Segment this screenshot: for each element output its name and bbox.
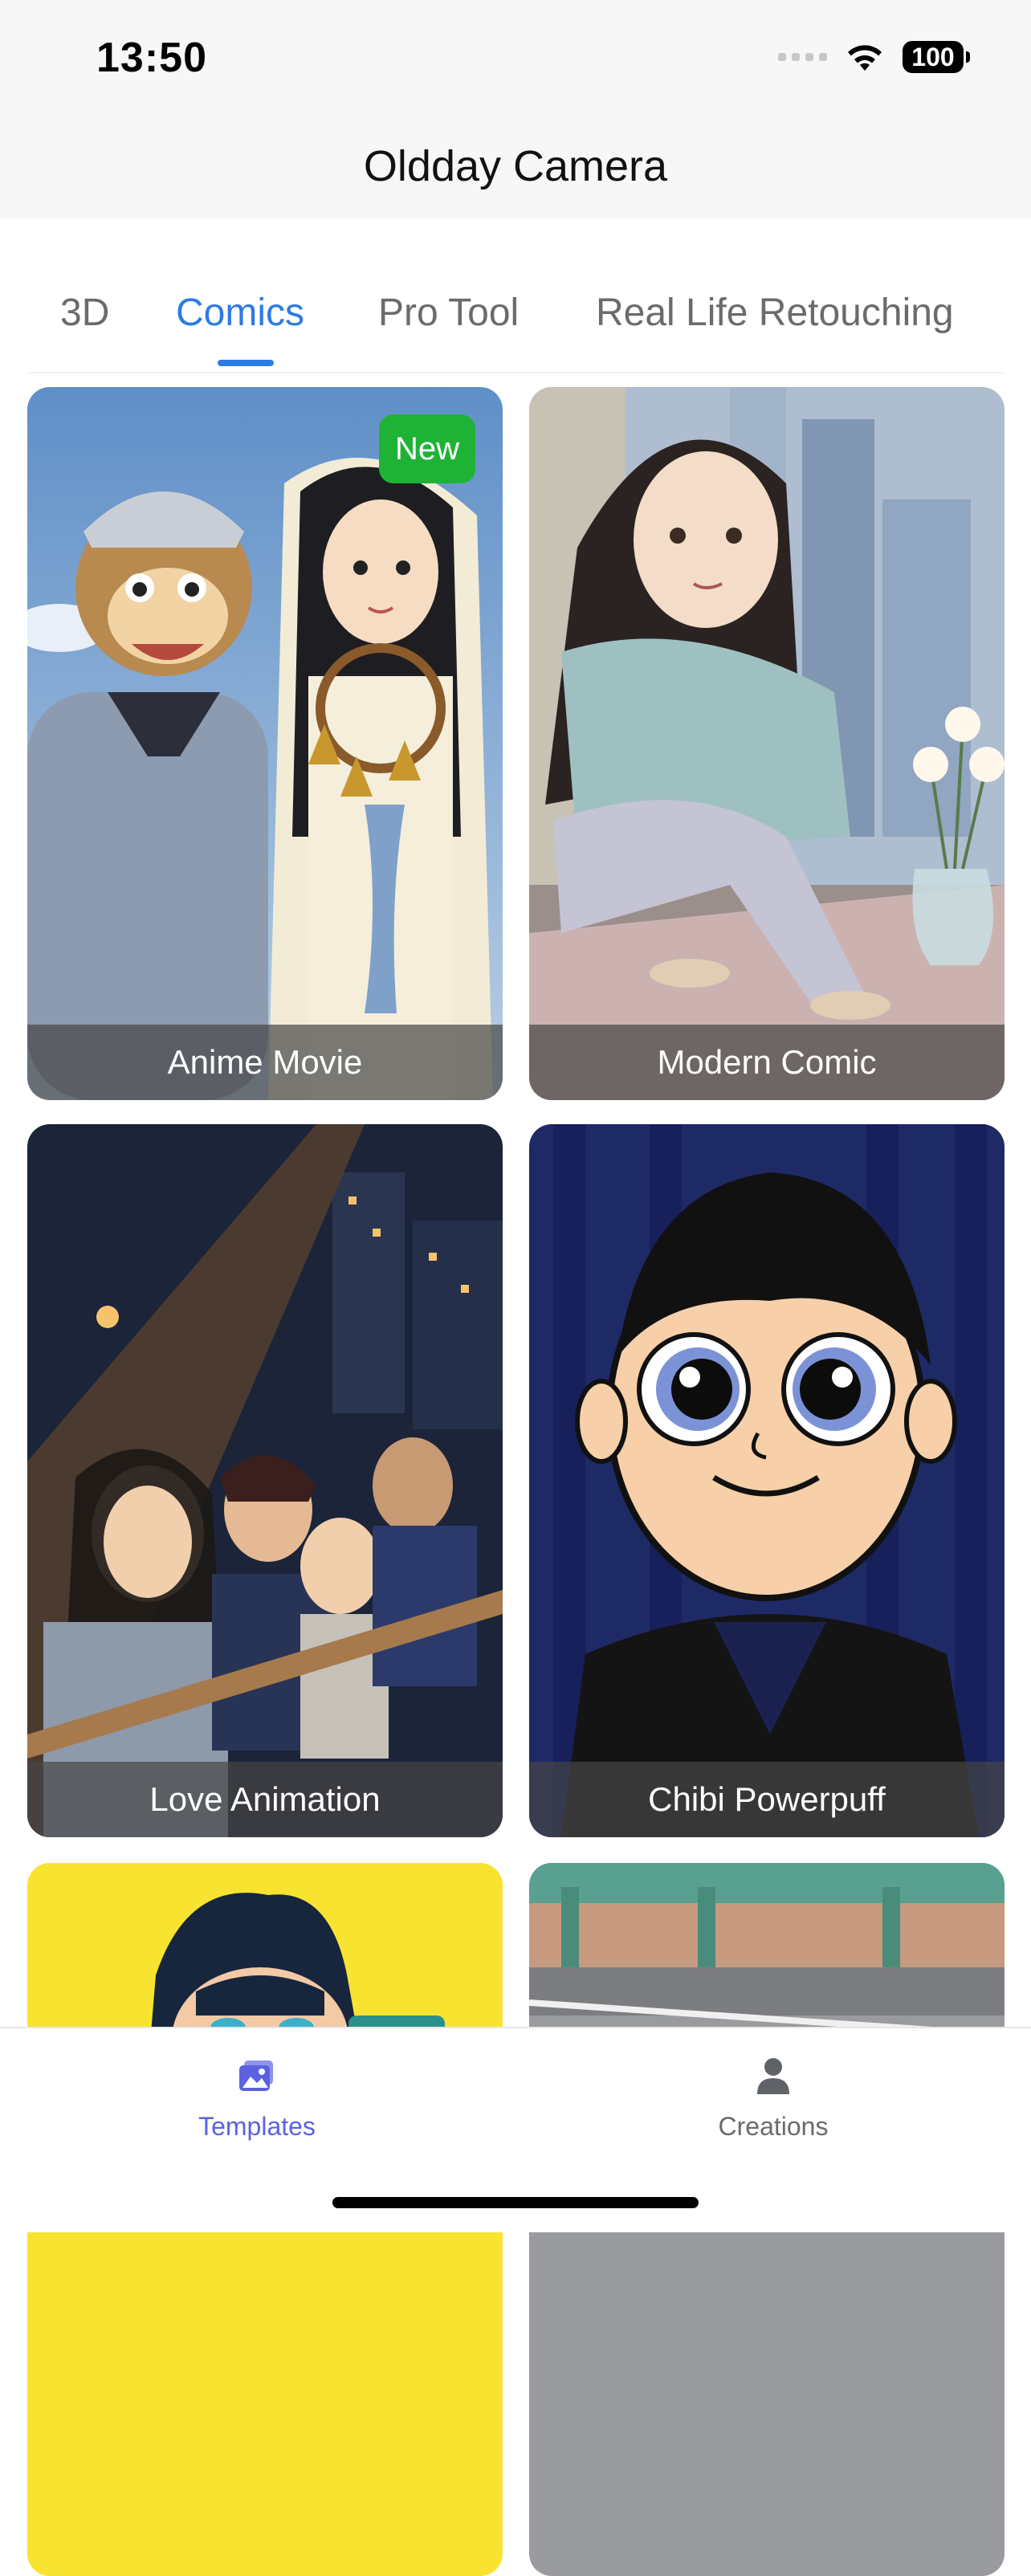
anime-movie-thumbnail (27, 387, 503, 1100)
templates-icon (239, 2060, 273, 2091)
nav-label: Creations (718, 2112, 829, 2141)
tabs-divider (27, 372, 1004, 373)
person-icon (757, 2058, 789, 2094)
template-card-modern-comic[interactable]: Modern Comic (529, 387, 1005, 1100)
template-card-anime-movie[interactable]: New Anime Movie (27, 387, 503, 1100)
battery-icon: 100 (903, 41, 970, 73)
tab-comics[interactable]: Comics (176, 291, 304, 335)
tab-pro-tool[interactable]: Pro Tool (378, 291, 519, 335)
category-tabs: 3D Comics Pro Tool Real Life Retouching (0, 218, 1031, 373)
status-time: 13:50 (96, 35, 207, 81)
card-label: Love Animation (27, 1762, 503, 1837)
cellular-signal-icon (778, 53, 827, 61)
template-card-love-animation[interactable]: Love Animation (27, 1124, 503, 1837)
love-animation-thumbnail (27, 1124, 503, 1837)
tab-real-life-retouching[interactable]: Real Life Retouching (596, 291, 954, 335)
home-indicator (332, 2197, 699, 2208)
page-title: Oldday Camera (363, 142, 668, 190)
nav-creations[interactable]: Creations (653, 2052, 894, 2142)
status-icons: 100 (778, 37, 970, 77)
modern-comic-thumbnail (529, 387, 1005, 1100)
card-label: Anime Movie (27, 1025, 503, 1100)
nav-templates[interactable]: Templates (137, 2052, 377, 2142)
tab-3d[interactable]: 3D (60, 291, 109, 335)
wifi-icon (848, 45, 882, 71)
card-label: Modern Comic (529, 1025, 1005, 1100)
battery-level: 100 (911, 42, 955, 71)
chibi-powerpuff-thumbnail (529, 1124, 1005, 1837)
nav-label: Templates (198, 2112, 316, 2141)
active-tab-indicator (218, 360, 274, 366)
new-badge: New (378, 414, 475, 483)
template-card-chibi-powerpuff[interactable]: Chibi Powerpuff (529, 1124, 1005, 1837)
card-label: Chibi Powerpuff (529, 1762, 1005, 1837)
app-header: 13:50 100 Oldday Camera (0, 0, 1031, 218)
